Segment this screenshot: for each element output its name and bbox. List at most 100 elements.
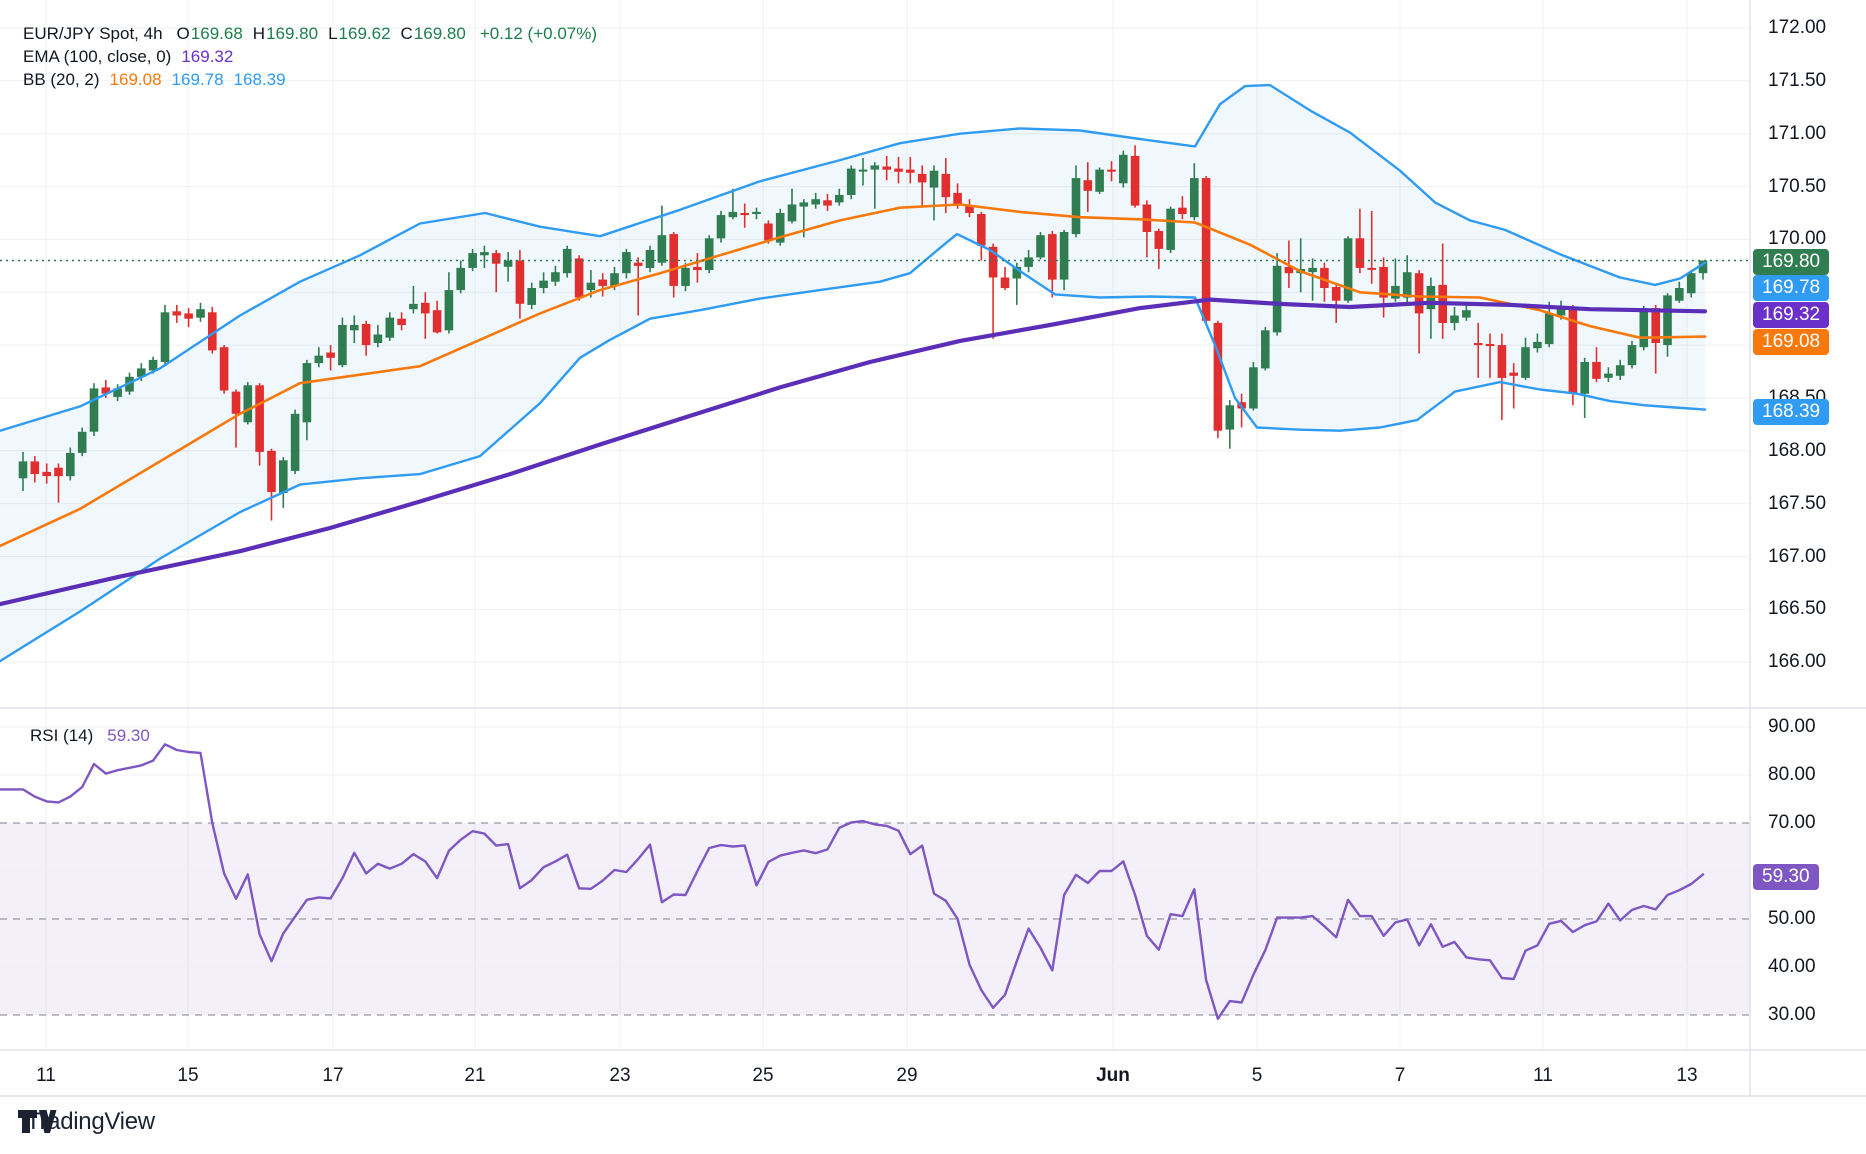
legend-bb-row[interactable]: BB (20, 2) 169.08 169.78 168.39 xyxy=(23,68,607,91)
candle-body[interactable] xyxy=(433,310,442,332)
candle-body[interactable] xyxy=(1072,178,1081,234)
candle-body[interactable] xyxy=(1261,330,1270,368)
candle-body[interactable] xyxy=(1545,313,1554,344)
candle-body[interactable] xyxy=(1675,288,1684,301)
candle-body[interactable] xyxy=(1474,343,1483,345)
candle-body[interactable] xyxy=(1344,238,1353,300)
candle-body[interactable] xyxy=(31,461,40,474)
candle-body[interactable] xyxy=(279,460,288,493)
candle-body[interactable] xyxy=(551,272,560,282)
candle-body[interactable] xyxy=(977,214,986,246)
candle-body[interactable] xyxy=(480,252,489,255)
candle-body[interactable] xyxy=(1249,367,1258,408)
candle-body[interactable] xyxy=(516,261,525,304)
candle-body[interactable] xyxy=(66,453,75,476)
candle-body[interactable] xyxy=(78,432,87,453)
candle-body[interactable] xyxy=(1084,180,1093,191)
candle-body[interactable] xyxy=(1486,344,1495,346)
candle-body[interactable] xyxy=(244,385,253,422)
candle-body[interactable] xyxy=(1166,209,1175,250)
candle-body[interactable] xyxy=(1356,238,1365,268)
candle-body[interactable] xyxy=(1367,268,1376,270)
candle-body[interactable] xyxy=(1687,273,1696,293)
candle-body[interactable] xyxy=(504,261,513,267)
candle-body[interactable] xyxy=(54,468,63,477)
candle-body[interactable] xyxy=(386,318,395,338)
candle-body[interactable] xyxy=(1048,234,1057,280)
candle-body[interactable] xyxy=(1001,278,1010,289)
candle-body[interactable] xyxy=(1107,170,1116,172)
candle-body[interactable] xyxy=(800,202,809,206)
candle-body[interactable] xyxy=(835,195,844,202)
candle-body[interactable] xyxy=(90,388,99,431)
candle-body[interactable] xyxy=(1036,235,1045,257)
candle-body[interactable] xyxy=(1640,308,1649,347)
candle-body[interactable] xyxy=(918,174,927,183)
candle-body[interactable] xyxy=(42,472,51,476)
candle-body[interactable] xyxy=(1616,365,1625,376)
candle-body[interactable] xyxy=(1498,345,1507,378)
candle-body[interactable] xyxy=(326,353,335,358)
candle-body[interactable] xyxy=(220,347,229,390)
candle-body[interactable] xyxy=(397,319,406,325)
candle-body[interactable] xyxy=(1226,405,1235,429)
candle-body[interactable] xyxy=(1178,208,1187,214)
candle-body[interactable] xyxy=(1604,374,1613,378)
candle-body[interactable] xyxy=(859,170,868,172)
candle-body[interactable] xyxy=(942,174,951,197)
tradingview-logo[interactable]: TradingView xyxy=(17,1108,155,1136)
candle-body[interactable] xyxy=(953,193,962,205)
candle-body[interactable] xyxy=(871,165,880,169)
candle-body[interactable] xyxy=(161,312,170,362)
candle-body[interactable] xyxy=(598,280,607,286)
candle-body[interactable] xyxy=(930,171,939,188)
candle-body[interactable] xyxy=(740,213,749,215)
candle-body[interactable] xyxy=(1214,323,1223,431)
candle-body[interactable] xyxy=(539,281,548,288)
candle-body[interactable] xyxy=(338,325,347,365)
candle-body[interactable] xyxy=(350,325,359,330)
candle-body[interactable] xyxy=(717,215,726,238)
candle-body[interactable] xyxy=(19,461,28,478)
legend-symbol-row[interactable]: EUR/JPY Spot, 4h O 169.68 H 169.80 L 169… xyxy=(23,22,607,45)
candle-body[interactable] xyxy=(622,252,631,273)
candle-body[interactable] xyxy=(1190,178,1199,217)
candle-body[interactable] xyxy=(764,224,773,241)
candle-body[interactable] xyxy=(906,170,915,173)
candle-body[interactable] xyxy=(421,303,430,314)
legend-ema-row[interactable]: EMA (100, close, 0) 169.32 xyxy=(23,45,607,68)
candle-body[interactable] xyxy=(1580,362,1589,394)
candle-body[interactable] xyxy=(255,385,264,452)
candle-body[interactable] xyxy=(1095,170,1104,192)
candle-body[interactable] xyxy=(788,205,797,222)
candle-body[interactable] xyxy=(291,414,300,471)
candle-body[interactable] xyxy=(658,235,667,263)
candle-body[interactable] xyxy=(1060,232,1069,280)
candle-body[interactable] xyxy=(173,311,182,315)
candle-body[interactable] xyxy=(587,283,596,290)
candle-body[interactable] xyxy=(634,263,643,266)
candle-body[interactable] xyxy=(527,288,536,305)
candle-body[interactable] xyxy=(445,290,454,330)
candle-body[interactable] xyxy=(303,363,312,422)
candle-body[interactable] xyxy=(267,451,276,492)
candle-body[interactable] xyxy=(729,212,738,217)
candle-body[interactable] xyxy=(1403,272,1412,297)
candle-body[interactable] xyxy=(1119,155,1128,184)
candle-body[interactable] xyxy=(823,200,832,205)
candle-body[interactable] xyxy=(149,360,158,371)
candle-body[interactable] xyxy=(847,169,856,195)
candle-body[interactable] xyxy=(196,309,205,318)
candle-body[interactable] xyxy=(681,268,690,286)
candle-body[interactable] xyxy=(1024,257,1033,267)
candle-body[interactable] xyxy=(575,258,584,297)
candle-body[interactable] xyxy=(1391,286,1400,299)
candle-body[interactable] xyxy=(1533,342,1542,348)
candle-body[interactable] xyxy=(409,304,418,309)
candle-body[interactable] xyxy=(752,212,761,214)
candle-body[interactable] xyxy=(894,169,903,172)
candle-body[interactable] xyxy=(184,313,193,318)
candle-body[interactable] xyxy=(705,238,714,270)
candle-body[interactable] xyxy=(1131,156,1140,206)
candle-body[interactable] xyxy=(1155,231,1164,249)
